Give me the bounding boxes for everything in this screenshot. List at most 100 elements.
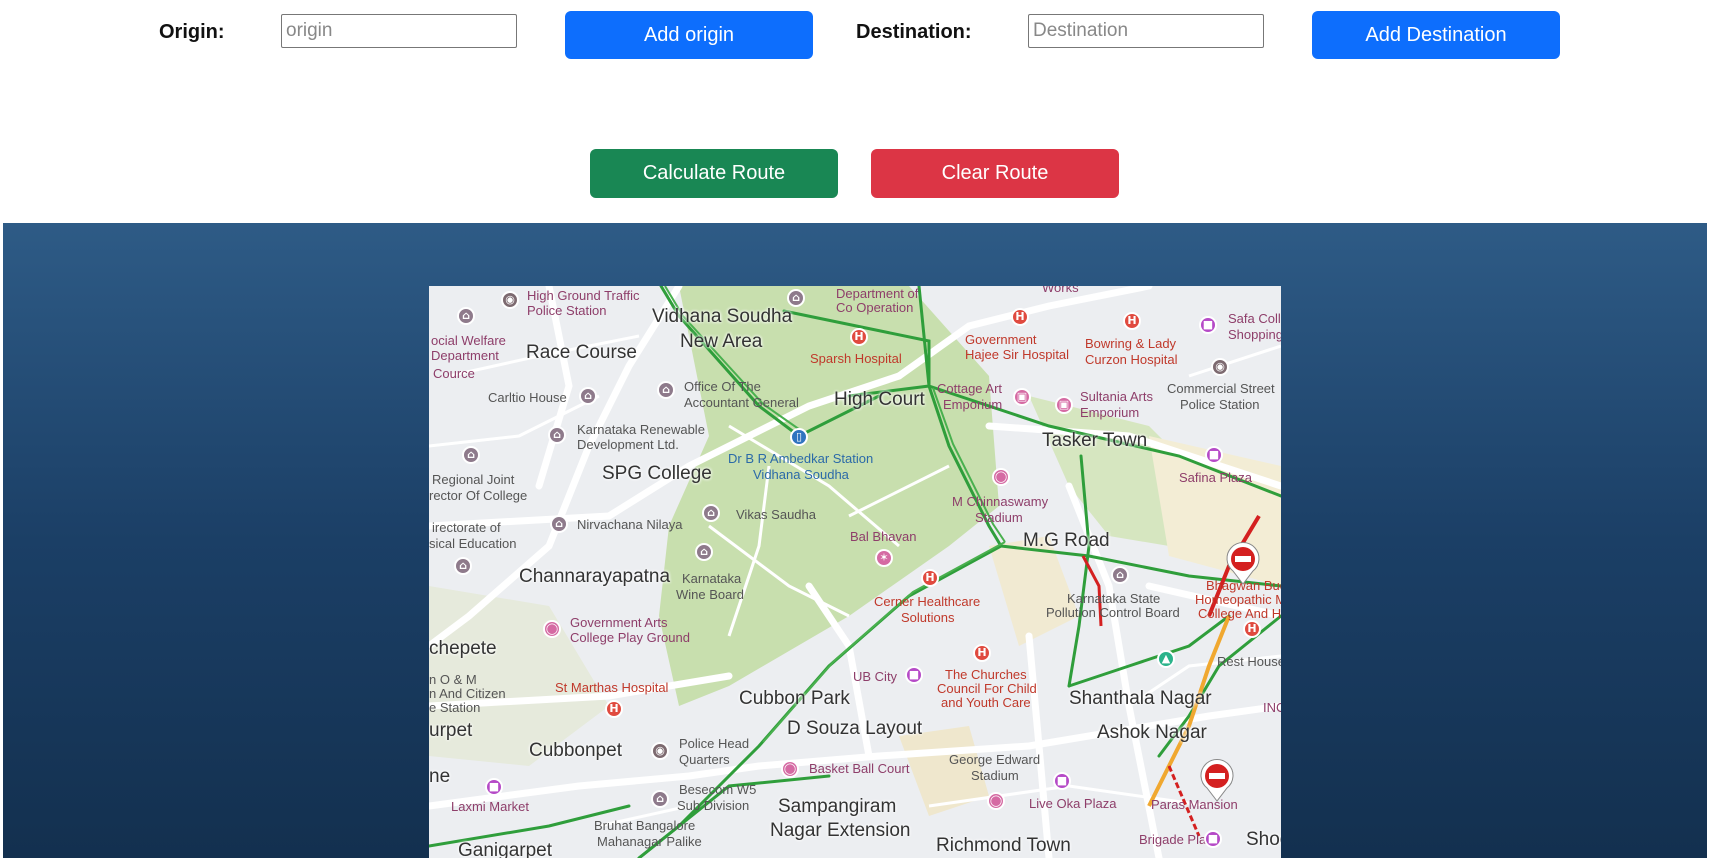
shopping-icon[interactable]: ■	[485, 778, 503, 796]
hospital-icon[interactable]: H	[1123, 312, 1141, 330]
place-label: Office Of The	[684, 379, 761, 394]
route-form: Origin: Add origin Destination: Add Dest…	[3, 0, 1707, 223]
hospital-icon[interactable]: H	[1243, 620, 1261, 638]
place-label: Development Ltd.	[577, 437, 679, 452]
place-label: Vidhana Soudha	[753, 467, 849, 482]
police-icon[interactable]: ◉	[1211, 358, 1229, 376]
area-label: urpet	[429, 720, 473, 741]
stadium-icon[interactable]: ◯	[781, 760, 799, 778]
place-label: Council For Child	[937, 681, 1037, 696]
hospital-icon[interactable]: H	[605, 700, 623, 718]
place-label: Karnataka Renewable	[577, 422, 705, 437]
place-label: Stadium	[975, 510, 1023, 525]
calculate-route-button[interactable]: Calculate Route	[590, 149, 838, 198]
stadium-icon[interactable]: ◯	[543, 620, 561, 638]
attraction-icon[interactable]: ✶	[875, 549, 893, 567]
place-label: Carltio House	[488, 390, 567, 405]
building-icon[interactable]: ⌂	[695, 543, 713, 561]
place-label: irectorate of	[432, 520, 501, 535]
place-label: Works	[1042, 286, 1079, 295]
area-label: Ganigarpet	[458, 840, 553, 858]
place-label: Laxmi Market	[451, 799, 530, 814]
bus-icon[interactable]: ▯	[790, 428, 808, 446]
shopping-icon[interactable]: ■	[905, 666, 923, 684]
stadium-icon[interactable]: ◯	[992, 468, 1010, 486]
place-label: Besecom W5	[679, 782, 757, 797]
place-label: M Chinnaswamy	[952, 494, 1049, 509]
place-label: Bowring & Lady	[1085, 336, 1177, 351]
hospital-icon[interactable]: H	[973, 644, 991, 662]
place-label: Vikas Saudha	[736, 507, 816, 522]
destination-input[interactable]	[1028, 14, 1264, 48]
map-view[interactable]: Vidhana Soudha New Area Race Course High…	[429, 286, 1281, 858]
place-label: and Youth Care	[941, 695, 1031, 710]
building-icon[interactable]: ⌂	[457, 307, 475, 325]
place-label: Sparsh Hospital	[810, 351, 902, 366]
place-label: Sub Division	[677, 798, 750, 813]
area-label: Shoo	[1246, 829, 1281, 850]
hospital-icon[interactable]: H	[1011, 308, 1029, 326]
road-closed-icon[interactable]	[1225, 541, 1261, 585]
shopping-icon[interactable]: ■	[1204, 830, 1222, 848]
origin-input[interactable]	[281, 14, 517, 48]
building-icon[interactable]: ⌂	[462, 446, 480, 464]
shopping-icon[interactable]: ■	[1205, 446, 1223, 464]
place-label: Police Station	[1180, 397, 1260, 412]
art-icon[interactable]: ▣	[1013, 388, 1031, 406]
place-label: The Churches	[945, 667, 1027, 682]
building-icon[interactable]: ⌂	[579, 387, 597, 405]
place-label: Wine Board	[676, 587, 744, 602]
place-label: n And Citizen	[429, 686, 506, 701]
area-label: Ashok Nagar	[1097, 722, 1207, 743]
add-destination-button[interactable]: Add Destination	[1312, 11, 1560, 59]
place-label: Bal Bhavan	[850, 529, 917, 544]
place-label: Safina Plaza	[1179, 470, 1252, 485]
place-label: Mahanagar Palike	[597, 834, 702, 849]
government-icon[interactable]: ◉	[501, 291, 519, 309]
place-label: Department of	[836, 286, 919, 301]
place-label: Sultania Arts	[1080, 389, 1153, 404]
destination-label: Destination:	[856, 21, 972, 43]
shopping-icon[interactable]: ■	[1199, 316, 1217, 334]
place-label: Accountant General	[684, 395, 799, 410]
place-label: Dr B R Ambedkar Station	[728, 451, 874, 466]
origin-label: Origin:	[159, 21, 225, 43]
place-label: Safa Coll	[1228, 311, 1281, 326]
building-icon[interactable]: ⌂	[651, 790, 669, 808]
area-label: ne	[429, 766, 451, 787]
art-icon[interactable]: ▣	[1055, 396, 1073, 414]
place-label: INC	[1263, 700, 1281, 715]
area-label: chepete	[429, 638, 497, 659]
building-icon[interactable]: ⌂	[702, 504, 720, 522]
building-icon[interactable]: ⌂	[657, 381, 675, 399]
place-label: Cource	[433, 366, 475, 381]
place-label: Regional Joint	[432, 472, 515, 487]
area-label: New Area	[680, 331, 763, 352]
clear-route-button[interactable]: Clear Route	[871, 149, 1119, 198]
park-icon[interactable]: ▲	[1157, 650, 1175, 668]
hospital-icon[interactable]: H	[921, 569, 939, 587]
building-icon[interactable]: ⌂	[454, 557, 472, 575]
place-label: Police Head	[679, 736, 750, 751]
place-label: College And Hos	[1198, 606, 1281, 621]
building-icon[interactable]: ⌂	[550, 515, 568, 533]
building-icon[interactable]: ⌂	[548, 426, 566, 444]
place-label: Rest House Par	[1217, 654, 1281, 669]
police-icon[interactable]: ◉	[651, 742, 669, 760]
place-label: Quarters	[679, 752, 730, 767]
building-icon[interactable]: ⌂	[1111, 566, 1129, 584]
hospital-icon[interactable]: H	[850, 328, 868, 346]
place-label: Government Arts	[570, 615, 668, 630]
place-label: Live Oka Plaza	[1029, 796, 1117, 811]
place-label: George Edward	[949, 752, 1041, 767]
place-label: ocial Welfare	[431, 333, 506, 348]
place-label: UB City	[853, 669, 898, 684]
stadium-icon[interactable]: ◯	[987, 792, 1005, 810]
place-label: Department	[431, 348, 499, 363]
area-label: Cubbonpet	[529, 740, 622, 761]
shopping-icon[interactable]: ■	[1053, 772, 1071, 790]
building-icon[interactable]: ⌂	[787, 289, 805, 307]
add-origin-button[interactable]: Add origin	[565, 11, 813, 59]
area-label: Nagar Extension	[770, 820, 911, 841]
road-closed-icon[interactable]	[1199, 758, 1235, 802]
